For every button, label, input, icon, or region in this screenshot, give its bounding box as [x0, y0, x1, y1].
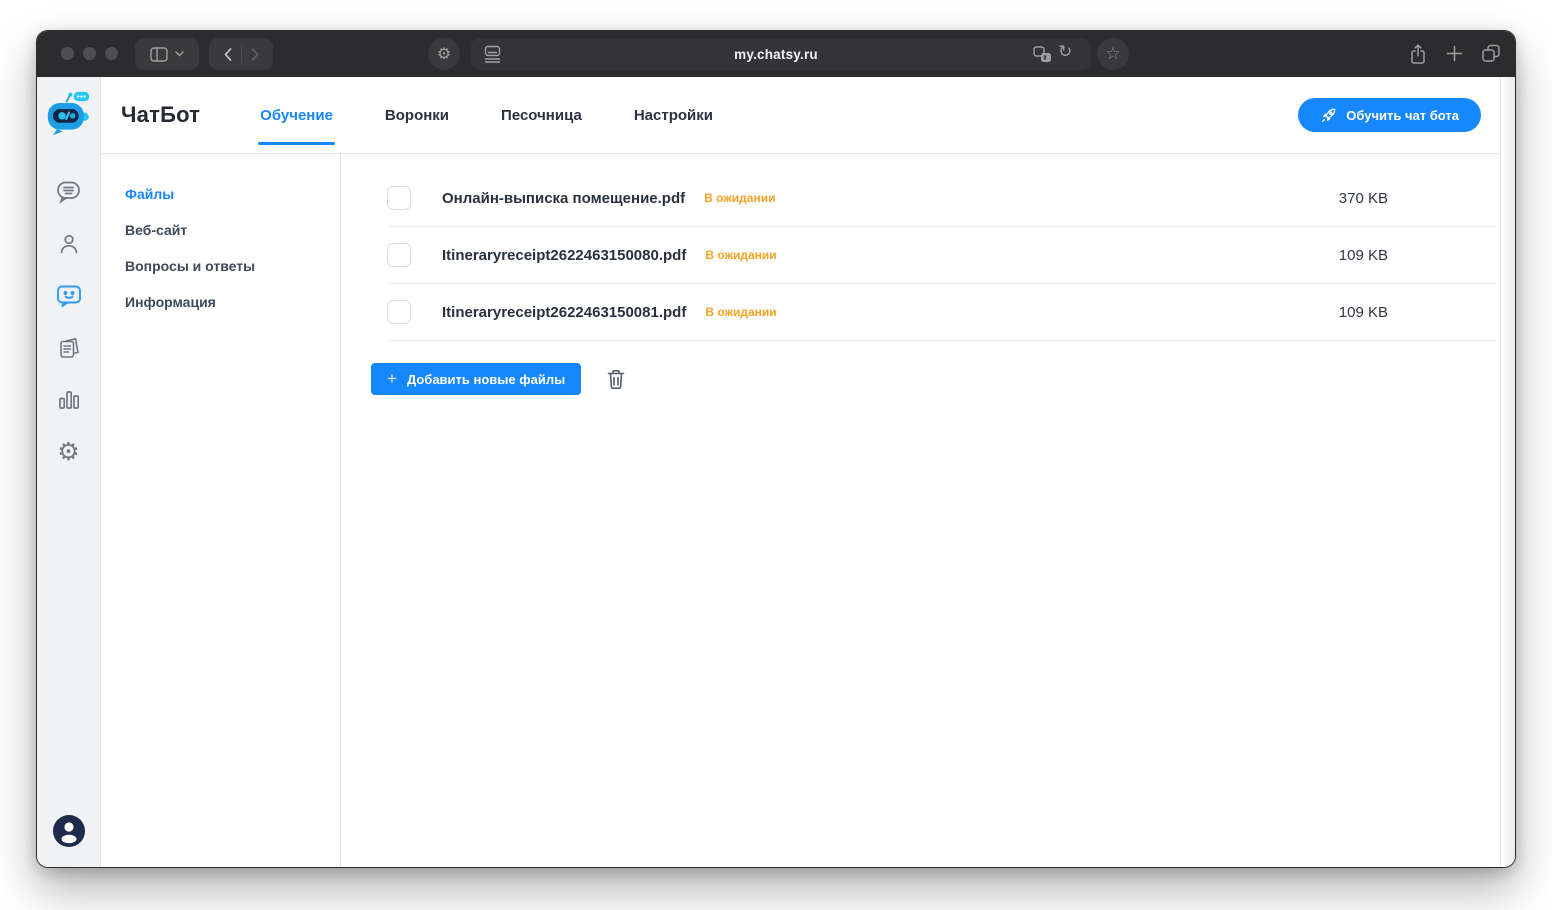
add-files-button[interactable]: + Добавить новые файлы [371, 363, 581, 395]
icon-rail: ⚙ [37, 77, 101, 867]
app-header: ЧатБот Обучение Воронки Песочница Настро… [101, 77, 1515, 154]
main-tabs: Обучение Воронки Песочница Настройки [258, 103, 715, 128]
sidebar-toggle-button[interactable] [135, 38, 199, 70]
delete-files-button[interactable] [606, 368, 626, 390]
address-bar[interactable] [471, 38, 1091, 70]
files-panel: Онлайн-выписка помещение.pdf В ожидании … [341, 154, 1515, 867]
file-name: Itineraryreceipt2622463150080.pdf [442, 247, 686, 264]
tab-settings[interactable]: Настройки [632, 103, 715, 128]
share-icon[interactable] [1409, 44, 1427, 64]
status-badge: В ожидании [705, 305, 776, 319]
table-row: Itineraryreceipt2622463150081.pdf В ожид… [387, 284, 1496, 341]
sidebar-item-website[interactable]: Веб-сайт [101, 212, 340, 248]
chevron-down-icon [175, 51, 184, 57]
gear-icon: ⚙ [437, 44, 451, 64]
train-bot-button[interactable]: Обучить чат бота [1298, 98, 1481, 132]
add-files-label: Добавить новые файлы [407, 372, 565, 387]
analytics-icon[interactable] [56, 387, 82, 413]
file-size: 370 KB [1339, 190, 1496, 207]
browser-toolbar: ⚙ my.chatsy.ru ↻ ☆ [37, 31, 1515, 77]
star-icon: ☆ [1105, 44, 1120, 64]
page-format-icon[interactable] [484, 45, 501, 63]
file-size: 109 KB [1339, 304, 1496, 321]
file-checkbox[interactable] [387, 300, 411, 324]
tab-funnels[interactable]: Воронки [383, 103, 451, 128]
tab-training[interactable]: Обучение [258, 103, 335, 128]
training-sidebar: Файлы Веб-сайт Вопросы и ответы Информац… [101, 154, 341, 867]
reload-icon[interactable]: ↻ [1058, 42, 1072, 62]
browser-window: ⚙ my.chatsy.ru ↻ ☆ [36, 30, 1516, 868]
file-checkbox[interactable] [387, 186, 411, 210]
nav-buttons [209, 38, 273, 70]
tab-overview-icon[interactable] [1481, 44, 1501, 63]
status-badge: В ожидании [705, 248, 776, 262]
contacts-icon[interactable] [56, 231, 82, 257]
scrollbar-track[interactable] [1500, 77, 1515, 867]
file-checkbox[interactable] [387, 243, 411, 267]
file-size: 109 KB [1339, 247, 1496, 264]
trash-icon [606, 368, 626, 390]
train-bot-label: Обучить чат бота [1346, 108, 1459, 123]
traffic-light-close[interactable] [61, 47, 74, 60]
back-button[interactable] [215, 48, 241, 61]
sidebar-item-info[interactable]: Информация [101, 284, 340, 320]
dialogs-icon[interactable] [56, 179, 82, 205]
translate-icon[interactable] [1033, 46, 1052, 63]
table-row: Онлайн-выписка помещение.pdf В ожидании … [387, 170, 1496, 227]
templates-icon[interactable] [56, 335, 82, 361]
tab-sandbox[interactable]: Песочница [499, 103, 584, 128]
sidebar-item-files[interactable]: Файлы [101, 176, 340, 212]
traffic-light-minimize[interactable] [83, 47, 96, 60]
files-actions: + Добавить новые файлы [371, 363, 1496, 395]
traffic-light-zoom[interactable] [105, 47, 118, 60]
new-tab-icon[interactable] [1446, 45, 1463, 62]
plus-icon: + [387, 370, 397, 387]
table-row: Itineraryreceipt2622463150080.pdf В ожид… [387, 227, 1496, 284]
forward-button[interactable] [242, 48, 268, 61]
file-name: Онлайн-выписка помещение.pdf [442, 190, 685, 207]
chatbot-logo[interactable] [45, 91, 93, 137]
app-root: ⚙ ЧатБот Обучение Воронки Песочница Наст… [37, 77, 1515, 867]
main-area: ЧатБот Обучение Воронки Песочница Настро… [101, 77, 1515, 867]
settings-icon[interactable]: ⚙ [56, 439, 82, 465]
file-name: Itineraryreceipt2622463150081.pdf [442, 304, 686, 321]
bookmark-button[interactable]: ☆ [1097, 38, 1129, 70]
user-avatar[interactable] [52, 814, 86, 848]
sidebar-item-qa[interactable]: Вопросы и ответы [101, 248, 340, 284]
status-badge: В ожидании [704, 191, 775, 205]
content-body: Файлы Веб-сайт Вопросы и ответы Информац… [101, 154, 1515, 867]
chatbot-section-icon[interactable] [56, 283, 82, 309]
settings-toolbar-button[interactable]: ⚙ [428, 38, 460, 70]
sidebar-toggle-icon [150, 47, 168, 62]
page-title: ЧатБот [121, 102, 200, 128]
rocket-icon [1320, 107, 1337, 124]
